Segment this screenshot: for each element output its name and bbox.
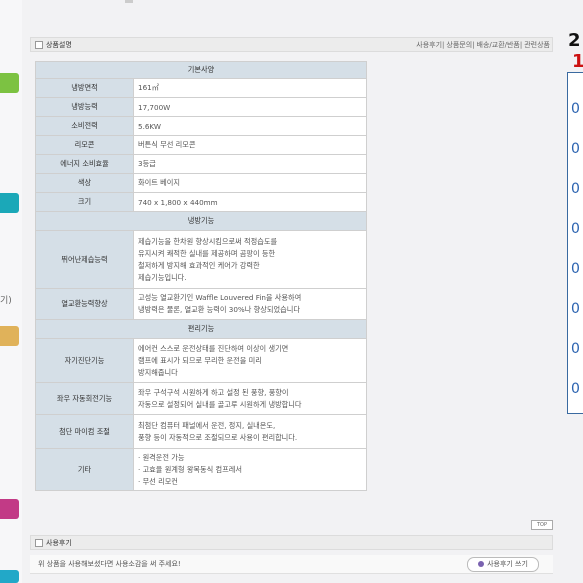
spec-line: 좌우 구석구석 시원하게 하고 설정 된 풍향, 풍향이 bbox=[138, 387, 289, 397]
spec-label: 냉방능력 bbox=[35, 97, 134, 117]
right-digit: 0 bbox=[571, 181, 580, 197]
bullet-icon bbox=[35, 41, 43, 49]
spec-line: 방지해줍니다 bbox=[138, 367, 178, 377]
spec-label: 뛰어난제습능력 bbox=[35, 230, 134, 289]
detail-section-bar: 상품설명 사용후기| 상품문의| 배송/교환/반품| 관련상품 bbox=[30, 37, 553, 52]
spec-value: 5.6KW bbox=[133, 116, 367, 136]
spec-label: 열교환능력향상 bbox=[35, 288, 134, 320]
spec-line: · 원격운전 가능 bbox=[138, 452, 185, 462]
spec-line: 풍향 등이 자동적으로 조절되므로 사용이 편리합니다. bbox=[138, 432, 298, 442]
spec-line: · 무선 리모컨 bbox=[138, 476, 178, 486]
spec-table: 기본사양 냉방면적 161㎡ 냉방능력 17,700W 소비전력 5.6KW 리모콘 버… bbox=[35, 61, 367, 491]
spec-line: 냉방력은 물론, 열교환 능력이 30%나 향상되었습니다 bbox=[138, 305, 300, 314]
spec-line: 제습기능을 한차원 향상시킴으로써 적정습도를 bbox=[138, 236, 278, 246]
write-review-button[interactable]: 사용후기 쓰기 bbox=[467, 557, 539, 572]
spec-value: 고성능 열교환기인 Waffle Louvered Fin을 사용하여 냉방력은… bbox=[133, 288, 367, 320]
spec-label: 크기 bbox=[35, 192, 134, 212]
bullet-icon bbox=[35, 539, 43, 547]
review-title-text: 사용후기 bbox=[46, 539, 72, 547]
top-marker bbox=[125, 0, 133, 3]
spec-label: 기타 bbox=[35, 448, 134, 491]
write-review-label: 사용후기 쓰기 bbox=[487, 560, 528, 568]
review-section-bar: 사용후기 bbox=[30, 535, 553, 550]
sidebar-tab-1[interactable] bbox=[0, 73, 19, 93]
review-section-title: 사용후기 bbox=[35, 536, 72, 551]
spec-line: 최첨단 컴퓨터 패널에서 운전, 정지, 실내온도, bbox=[138, 420, 276, 430]
cooling-header: 냉방기능 bbox=[35, 211, 367, 231]
spec-label: 리모콘 bbox=[35, 135, 134, 155]
sidebar-tab-5[interactable] bbox=[0, 570, 19, 583]
detail-title-text: 상품설명 bbox=[46, 41, 72, 49]
right-digit: 0 bbox=[571, 221, 580, 237]
spec-label: 자기진단기능 bbox=[35, 338, 134, 383]
right-panel-top-digit: 2 bbox=[568, 30, 581, 51]
right-digit: 0 bbox=[571, 301, 580, 317]
tab-shipping[interactable]: 배송/교환/반품 bbox=[477, 41, 520, 49]
spec-value: 최첨단 컴퓨터 패널에서 운전, 정지, 실내온도, 풍향 등이 자동적으로 조… bbox=[133, 414, 367, 449]
spec-value: 버튼식 무선 리모콘 bbox=[133, 135, 367, 155]
spec-value: 17,700W bbox=[133, 97, 367, 117]
spec-line: 유지시켜 쾌적한 실내를 제공하며 곰팡이 등한 bbox=[138, 248, 276, 258]
spec-label: 냉방면적 bbox=[35, 78, 134, 98]
spec-line: 램프에 표시가 되므로 무리한 운전을 미리 bbox=[138, 355, 262, 365]
sidebar-tab-3[interactable] bbox=[0, 326, 19, 346]
spec-label: 색상 bbox=[35, 173, 134, 193]
sidebar-label: 기) bbox=[0, 296, 12, 306]
right-digit: 0 bbox=[571, 141, 580, 157]
sidebar-tab-2[interactable] bbox=[0, 193, 19, 213]
right-digit: 0 bbox=[571, 341, 580, 357]
spec-line: 철저하게 방지해 효과적인 케어가 강력한 bbox=[138, 260, 260, 270]
sidebar-tab-4[interactable] bbox=[0, 499, 19, 519]
spec-label: 에너지 소비효율 bbox=[35, 154, 134, 174]
spec-value: 740 x 1,800 x 440mm bbox=[133, 192, 367, 212]
spec-value: 에어컨 스스로 운전상태를 진단하여 이상이 생기면 램프에 표시가 되므로 무… bbox=[133, 338, 367, 383]
spec-line: 자동으로 설정되어 실내를 골고루 시원하게 냉방합니다 bbox=[138, 399, 302, 409]
detail-section-title: 상품설명 bbox=[35, 38, 72, 53]
right-panel-red-digit: 1 bbox=[572, 51, 583, 72]
right-digit: 0 bbox=[571, 381, 580, 397]
spec-value: · 원격운전 가능 · 고효율 원계형 왕복동식 컴프레서 · 무선 리모컨 bbox=[133, 448, 367, 491]
spec-label: 첨단 마이컴 조절 bbox=[35, 414, 134, 449]
right-panel: 0 0 0 0 0 0 0 0 bbox=[567, 72, 583, 414]
convenience-header: 편리기능 bbox=[35, 319, 367, 339]
tab-related[interactable]: 관련상품 bbox=[524, 41, 550, 49]
spec-line: 제습기능입니다. bbox=[138, 272, 187, 282]
spec-value: 3등급 bbox=[133, 154, 367, 174]
top-button[interactable]: TOP bbox=[531, 520, 553, 530]
spec-line: · 고효율 원계형 왕복동식 컴프레서 bbox=[138, 464, 242, 474]
spec-header: 기본사양 bbox=[35, 61, 367, 79]
tab-qna[interactable]: 상품문의 bbox=[446, 41, 472, 49]
spec-line: 고성능 열교환기인 Waffle Louvered Fin을 사용하여 bbox=[138, 293, 302, 302]
right-digit: 0 bbox=[571, 261, 580, 277]
review-prompt: 위 상품을 사용해보셨다면 사용소감을 써 주세요! bbox=[38, 560, 181, 568]
spec-value: 제습기능을 한차원 향상시킴으로써 적정습도를 유지시켜 쾌적한 실내를 제공하… bbox=[133, 230, 367, 289]
spec-value: 좌우 구석구석 시원하게 하고 설정 된 풍향, 풍향이 자동으로 설정되어 실… bbox=[133, 382, 367, 415]
spec-value: 화이트 베이지 bbox=[133, 173, 367, 193]
spec-label: 좌우 자동회전기능 bbox=[35, 382, 134, 415]
detail-tabs: 사용후기| 상품문의| 배송/교환/반품| 관련상품 bbox=[416, 41, 550, 49]
spec-value: 161㎡ bbox=[133, 78, 367, 98]
tab-reviews[interactable]: 사용후기 bbox=[416, 41, 442, 49]
right-digit: 0 bbox=[571, 101, 580, 117]
spec-label: 소비전력 bbox=[35, 116, 134, 136]
left-sidebar: 기) bbox=[0, 0, 22, 583]
pen-icon bbox=[478, 561, 485, 567]
spec-line: 에어컨 스스로 운전상태를 진단하여 이상이 생기면 bbox=[138, 343, 289, 353]
